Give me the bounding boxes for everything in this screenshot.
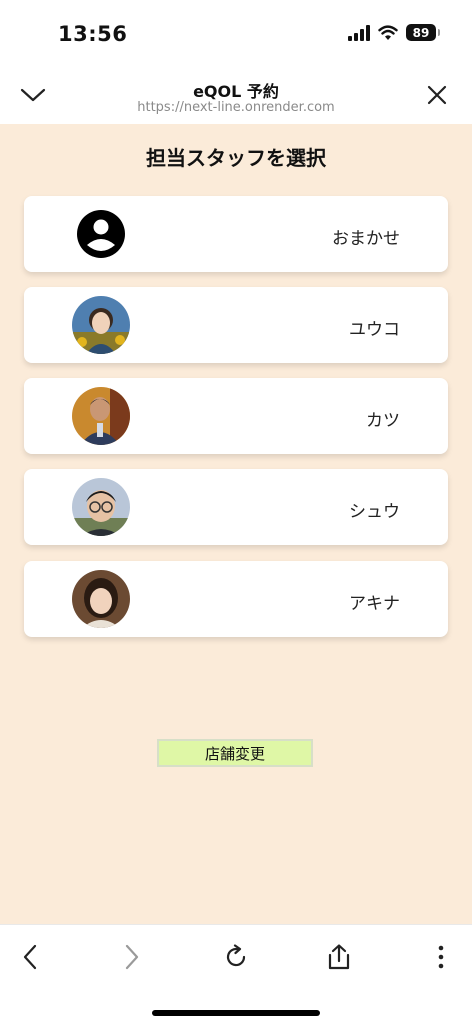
battery-level: 89 [412,25,430,40]
page-title: 担当スタッフを選択 [146,146,326,170]
staff-name: ユウコ [349,320,400,340]
close-icon [427,85,447,105]
staff-name: シュウ [349,502,400,522]
staff-avatar [72,570,130,628]
more-vertical-icon [438,945,444,969]
home-indicator [152,1010,320,1016]
forward-button[interactable] [112,937,152,977]
status-icons: 89 [348,24,440,41]
share-icon [328,944,350,970]
person-icon [72,205,130,263]
battery-icon: 89 [406,24,440,41]
browser-toolbar [0,924,472,1025]
staff-avatar [72,296,130,354]
staff-name: おまかせ [332,229,400,249]
close-button[interactable] [422,80,452,110]
more-button[interactable] [421,937,461,977]
staff-card-akina[interactable]: アキナ [24,561,448,637]
staff-card-yuko[interactable]: ユウコ [24,287,448,363]
share-button[interactable] [319,937,359,977]
staff-card-katsu[interactable]: カツ [24,378,448,454]
staff-avatar [72,478,130,536]
staff-name: アキナ [349,594,400,614]
staff-card-omakase[interactable]: おまかせ [24,196,448,272]
main-content: 担当スタッフを選択 おまかせ ユウコ カツ シュウ アキナ 店舗変更 [0,124,472,924]
reload-icon [226,944,246,967]
change-store-button[interactable]: 店舗変更 [157,739,313,767]
staff-card-shu[interactable]: シュウ [24,469,448,545]
staff-avatar [72,387,130,445]
browser-header: eQOL 予約 https://next-line.onrender.com [0,64,472,125]
wifi-icon [378,24,398,40]
status-time: 13:56 [58,22,128,46]
status-bar: 13:56 89 [0,0,472,64]
browser-url: https://next-line.onrender.com [137,100,335,115]
chevron-left-icon [23,944,37,970]
signal-icon [348,24,370,41]
reload-button[interactable] [216,937,256,977]
staff-name: カツ [366,411,400,431]
chevron-right-icon [125,944,139,970]
back-button[interactable] [10,937,50,977]
browser-title: eQOL 予約 [193,82,279,101]
